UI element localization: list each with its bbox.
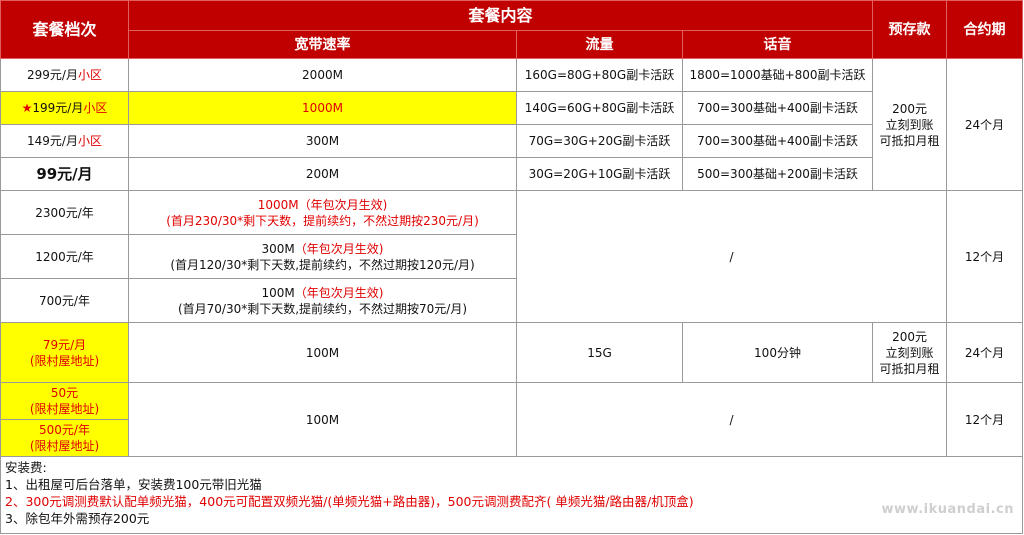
tier-cell: 299元/月小区 [0,58,129,92]
bandwidth-cell: 100M [128,322,517,383]
traffic-cell: 140G=60G+80G副卡活跃 [516,91,683,125]
tier-cell: 2300元/年 [0,190,129,235]
header-traffic: 流量 [516,30,683,59]
table-row: 2300元/年 1000M（年包次月生效) (首月230/30*剩下天数，提前续… [0,190,1024,323]
table-row: ★199元/月小区 1000M 140G=60G+80G副卡活跃 700=300… [0,91,1023,125]
contract-cell: 24个月 [946,58,1024,191]
tier-cell: 1200元/年 [0,234,129,279]
plan-table: 套餐档次 套餐内容 预存款 合约期 宽带速率 流量 话音 299元/月小区 20… [0,0,1024,534]
bandwidth-cell: 100M [128,382,517,457]
voice-cell: 500=300基础+200副卡活跃 [681,157,874,191]
header-tier: 套餐档次 [0,0,129,59]
tier-cell: 99元/月 [0,157,129,191]
bandwidth-cell: 1000M（年包次月生效) (首月230/30*剩下天数，提前续约，不然过期按2… [128,190,517,235]
header-contract: 合约期 [946,0,1024,59]
note-3: 3、除包年外需预存200元 [5,511,150,526]
traffic-cell: 30G=20G+10G副卡活跃 [516,157,683,191]
contract-cell: 12个月 [946,190,1024,323]
note-1: 1、出租屋可后台落单，安装费100元带旧光猫 [5,477,262,492]
table-row: 79元/月 (限村屋地址) 100M 15G 100分钟 200元 立刻到账 可… [0,322,1024,383]
notes-row: 安装费: 1、出租屋可后台落单，安装费100元带旧光猫 2、300元调测费默认配… [0,456,1024,534]
voice-cell: 100分钟 [681,322,874,383]
village-slash-cell: / [515,382,948,457]
watermark: www.ikuandai.cn [881,502,1014,517]
bandwidth-cell: 300M（年包次月生效) (首月120/30*剩下天数,提前续约，不然过期按12… [128,234,517,279]
table-row: 299元/月小区 2000M 160G=80G+80G副卡活跃 1800=100… [0,58,1024,191]
contract-cell: 12个月 [946,382,1024,457]
tier-cell-highlighted: 79元/月 (限村屋地址) [0,322,129,383]
table-row: 50元 (限村屋地址) 100M / 12个月 [0,382,1024,457]
header-deposit: 预存款 [872,0,948,59]
bandwidth-cell: 300M [128,124,517,158]
header-voice: 话音 [681,30,874,59]
bandwidth-cell: 2000M [128,58,517,92]
traffic-cell: 70G=30G+20G副卡活跃 [516,124,683,158]
bandwidth-cell: 1000M [128,91,517,125]
deposit-cell: 200元 立刻到账 可抵扣月租 [872,58,948,191]
table-row: 99元/月 200M 30G=20G+10G副卡活跃 500=300基础+200… [0,157,1023,191]
header-bandwidth: 宽带速率 [128,30,517,59]
contract-cell: 24个月 [946,322,1024,383]
bandwidth-cell: 100M（年包次月生效) (首月70/30*剩下天数,提前续约，不然过期按70元… [128,278,517,323]
tier-cell-highlighted: ★199元/月小区 [0,91,129,125]
tier-cell-highlighted: 50元 (限村屋地址) [0,382,129,420]
notes-title: 安装费: [5,460,47,475]
tier-cell-highlighted: 500元/年 (限村屋地址) [0,419,129,457]
table-row: 149元/月小区 300M 70G=30G+20G副卡活跃 700=300基础+… [0,124,1023,158]
bandwidth-cell: 200M [128,157,517,191]
yearly-slash-cell: / [515,190,948,323]
header-content: 套餐内容 [127,0,874,31]
note-2: 2、300元调测费默认配单频光猫，400元可配置双频光猫/(单频光猫+路由器)，… [5,494,694,509]
traffic-cell: 15G [516,322,683,383]
voice-cell: 1800=1000基础+800副卡活跃 [681,58,874,92]
tier-cell: 700元/年 [0,278,129,323]
traffic-cell: 160G=80G+80G副卡活跃 [516,58,683,92]
star-icon: ★ [21,101,33,115]
tier-cell: 149元/月小区 [0,124,129,158]
voice-cell: 700=300基础+400副卡活跃 [681,91,874,125]
deposit-cell: 200元 立刻到账 可抵扣月租 [872,322,948,383]
voice-cell: 700=300基础+400副卡活跃 [681,124,874,158]
